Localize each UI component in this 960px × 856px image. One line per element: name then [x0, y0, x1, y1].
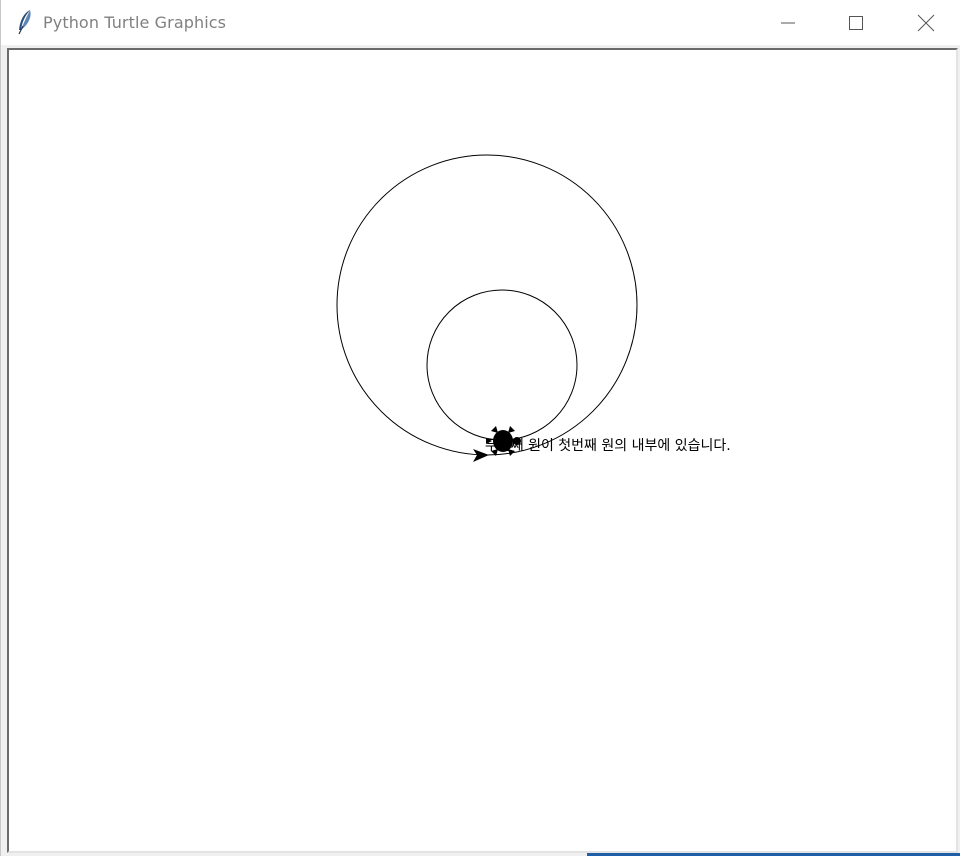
turtle-window: Python Turtle Graphics 두번째 원이 첫번째 원의 내부에… [0, 0, 960, 856]
turtle-canvas[interactable]: 두번째 원이 첫번째 원의 내부에 있습니다. [7, 48, 958, 853]
drawing-surface: 두번째 원이 첫번째 원의 내부에 있습니다. [336, 154, 731, 462]
result-message: 두번째 원이 첫번째 원의 내부에 있습니다. [485, 438, 731, 454]
large-circle [336, 154, 638, 456]
close-icon [917, 14, 935, 31]
window-title: Python Turtle Graphics [43, 13, 227, 32]
feather-icon [18, 10, 31, 35]
small-circle [426, 289, 578, 441]
close-button[interactable] [891, 0, 960, 45]
maximize-icon [849, 15, 863, 30]
minimize-icon [781, 22, 795, 23]
minimize-button[interactable] [753, 0, 823, 45]
title-bar[interactable]: Python Turtle Graphics [1, 0, 960, 45]
maximize-button[interactable] [821, 0, 891, 45]
